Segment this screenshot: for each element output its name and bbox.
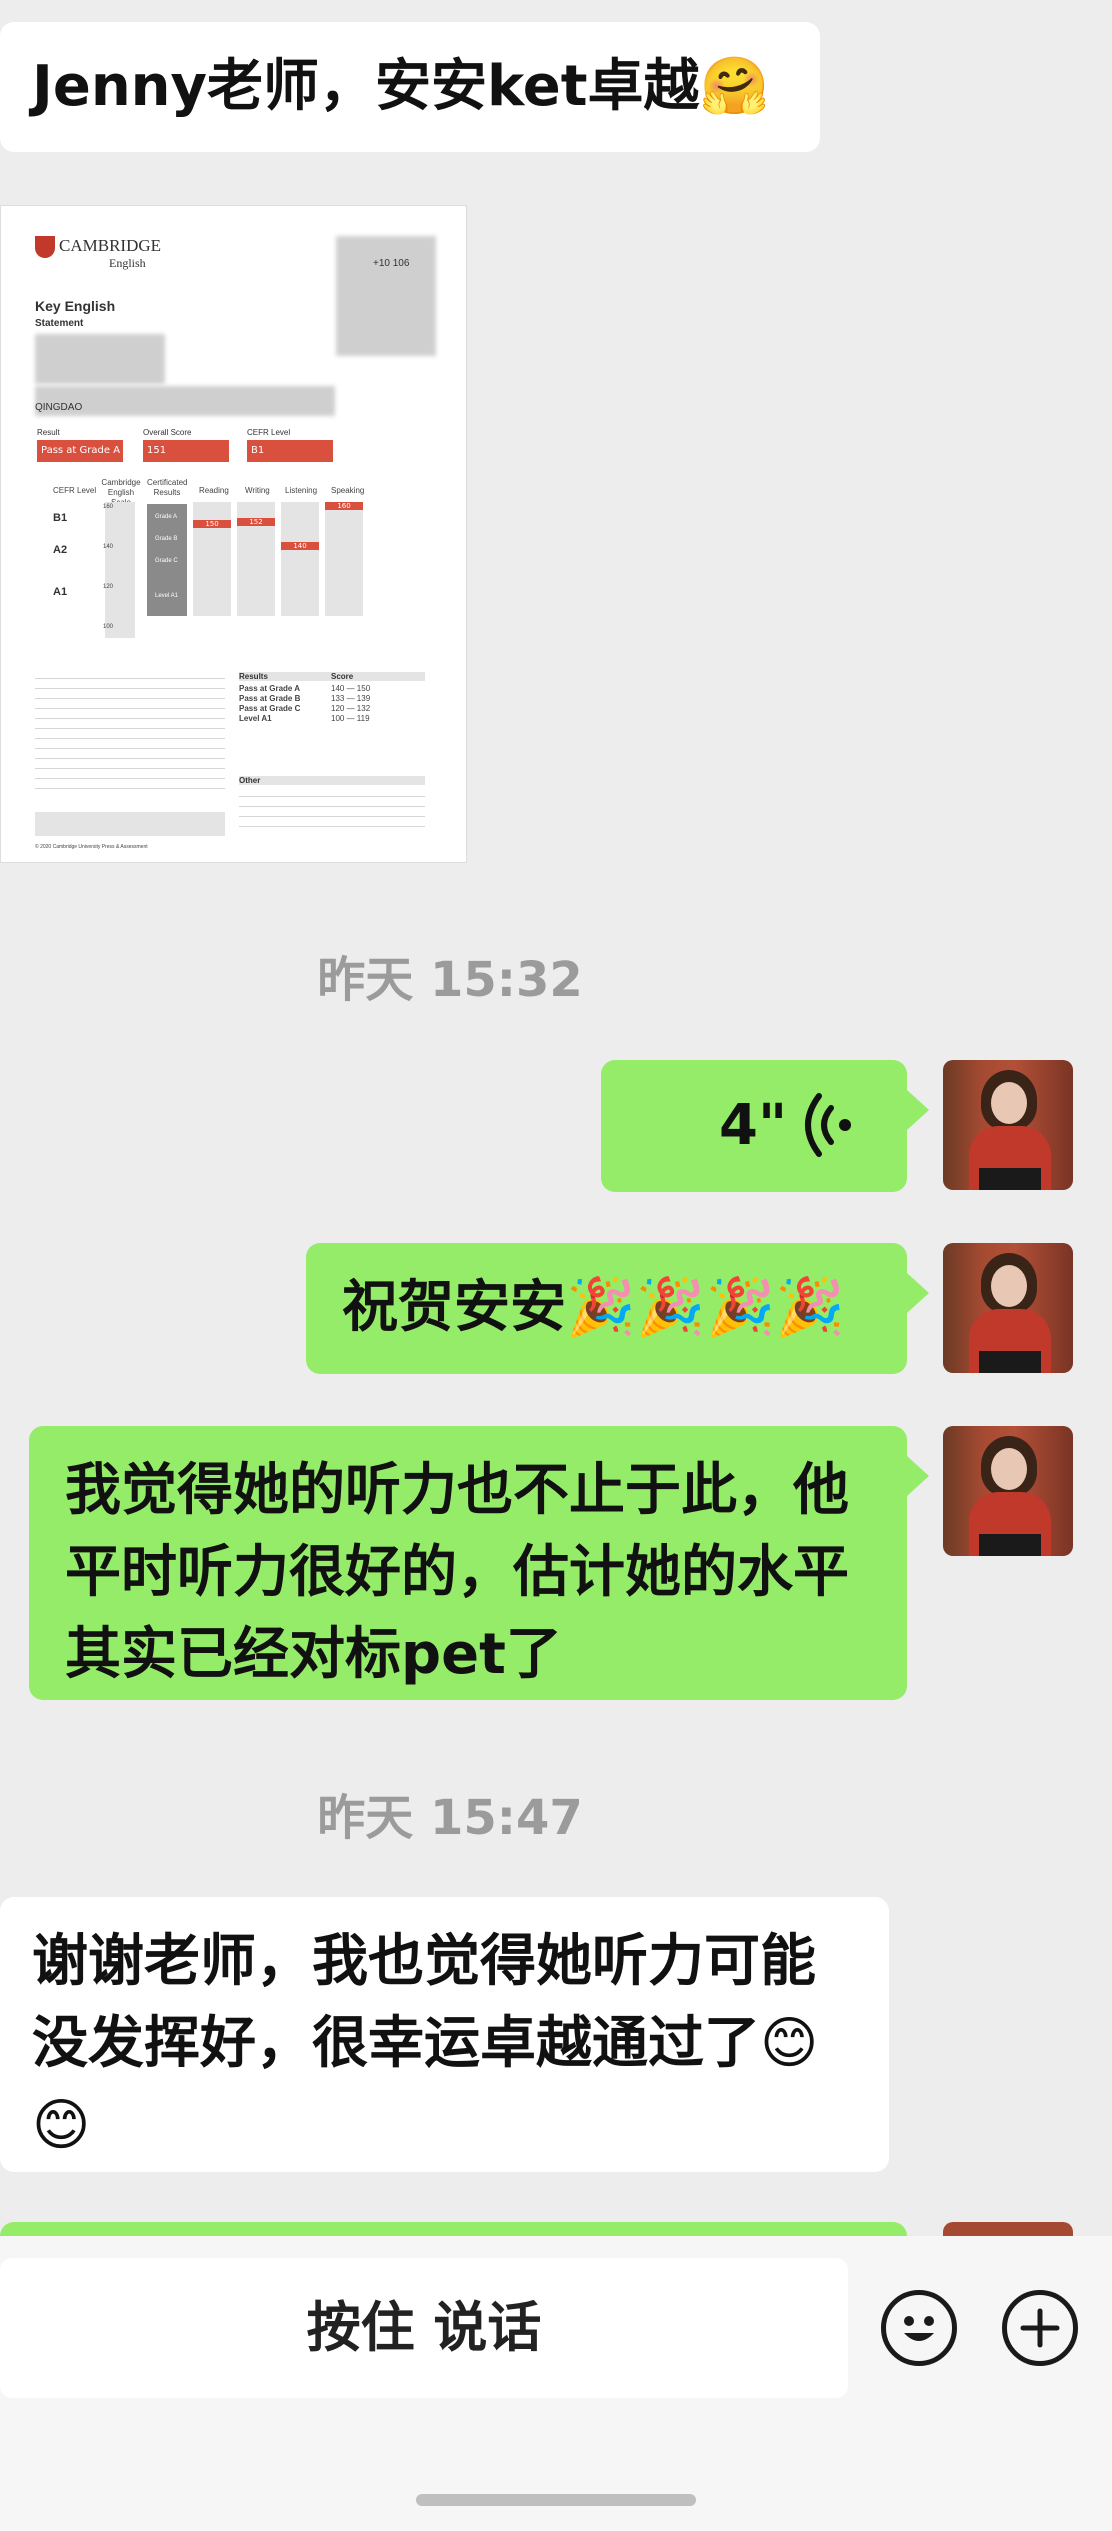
scale-tick: 140 [103, 544, 114, 550]
cert-statement: Statement [35, 318, 84, 329]
avatar[interactable] [943, 1060, 1073, 1190]
score-range: 120 — 132 [331, 704, 371, 713]
score-range: 140 — 150 [331, 684, 371, 693]
certificate-image[interactable]: CAMBRIDGE English +10 106 Key English St… [0, 205, 467, 863]
voice-duration: 4" [719, 1093, 788, 1158]
cert-brand-sub: English [109, 256, 146, 270]
score-range: 133 — 139 [331, 694, 371, 703]
cambridge-logo-icon [35, 236, 55, 258]
message-text: 祝贺安安 [342, 1275, 566, 1340]
col-speaking: Speaking [331, 486, 365, 495]
more-button[interactable] [1002, 2290, 1078, 2366]
col-reading: Reading [199, 486, 229, 495]
smiley-icon [904, 2316, 934, 2341]
overall-score-label: Overall Score [143, 428, 192, 437]
listening-column [281, 502, 319, 616]
speaking-score: 160 [325, 502, 363, 510]
score-row: Pass at Grade A [239, 684, 301, 693]
col-certificated: Certificated Results [147, 478, 188, 497]
avatar[interactable] [943, 1426, 1073, 1556]
score-row: Pass at Grade B [239, 694, 301, 703]
home-indicator[interactable] [416, 2494, 696, 2506]
message-bubble-received[interactable]: 谢谢老师，我也觉得她听力可能没发挥好，很幸运卓越通过了😊😊 [0, 1897, 889, 2172]
cert-copyright: © 2020 Cambridge University Press & Asse… [35, 844, 148, 850]
grade-b: Grade B [155, 536, 178, 542]
avatar[interactable] [943, 1243, 1073, 1373]
writing-score: 152 [237, 518, 275, 526]
score-row: Pass at Grade C [239, 704, 301, 713]
cefr-level-label: CEFR Level [247, 428, 291, 437]
grade-a: Grade A [155, 514, 178, 520]
cefr-level-value: B1 [247, 440, 333, 462]
cert-description [35, 672, 225, 792]
score-range: 100 — 119 [331, 714, 370, 723]
voice-message-bubble[interactable]: 4" [601, 1060, 929, 1192]
cert-city: QINGDAO [35, 402, 83, 413]
voice-wave-icon [805, 1093, 851, 1157]
scale-column [105, 502, 135, 638]
scale-tick: 100 [103, 624, 114, 630]
message-text: 我觉得她的听力也不止于此，他平时听力很好的，估计她的水平其实已经对标pet了 [65, 1458, 849, 1687]
verification-note [35, 812, 225, 836]
timestamp: 昨天 15:32 [317, 952, 583, 1008]
emoji-button[interactable] [881, 2290, 957, 2366]
cert-title: Key English [35, 298, 116, 314]
level-a1: A1 [53, 586, 68, 598]
scale-tick: 160 [103, 504, 114, 510]
reading-score: 150 [193, 520, 231, 528]
col-cefr: CEFR Level [53, 486, 97, 495]
blurred-info [336, 236, 436, 356]
hold-to-talk-button[interactable]: 按住 说话 [0, 2258, 848, 2398]
cert-candidate-no: +10 106 [373, 258, 410, 269]
score-table-header-score: Score [331, 672, 425, 681]
speaking-column [325, 502, 363, 616]
level-a2: A2 [53, 544, 68, 556]
col-listening: Listening [285, 486, 318, 495]
result-label: Result [37, 428, 60, 437]
party-popper-emoji: 🎉🎉🎉🎉 [566, 1275, 845, 1340]
message-bubble-sent[interactable]: 我觉得她的听力也不止于此，他平时听力很好的，估计她的水平其实已经对标pet了 [29, 1426, 929, 1700]
grade-c: Grade C [155, 558, 178, 564]
listening-score: 140 [281, 542, 319, 550]
col-writing: Writing [245, 486, 270, 495]
message-bubble-sent[interactable]: 祝贺安安🎉🎉🎉🎉 [306, 1243, 929, 1374]
score-row: Level A1 [239, 714, 272, 723]
message-bubble-received[interactable]: Jenny老师，安安ket卓越🤗 [0, 22, 820, 152]
level-b1: B1 [53, 512, 68, 524]
timestamp: 昨天 15:47 [317, 1790, 583, 1846]
message-text: 谢谢老师，我也觉得她听力可能没发挥好，很幸运卓越通过了 [32, 1929, 816, 2076]
plus-icon [1020, 2308, 1060, 2348]
blurred-name [35, 334, 165, 384]
score-table-header-results: Results [239, 672, 331, 681]
overall-score-value: 151 [143, 440, 229, 462]
other-notes [239, 790, 425, 836]
cert-brand: CAMBRIDGE [59, 236, 162, 255]
other-label: Other [239, 776, 425, 785]
result-value: Pass at Grade A [37, 440, 123, 462]
level-a1-grade: Level A1 [155, 593, 179, 599]
scale-tick: 120 [103, 584, 114, 590]
hugging-emoji: 🤗 [699, 54, 770, 119]
message-text: Jenny老师，安安ket卓越 [32, 54, 700, 119]
